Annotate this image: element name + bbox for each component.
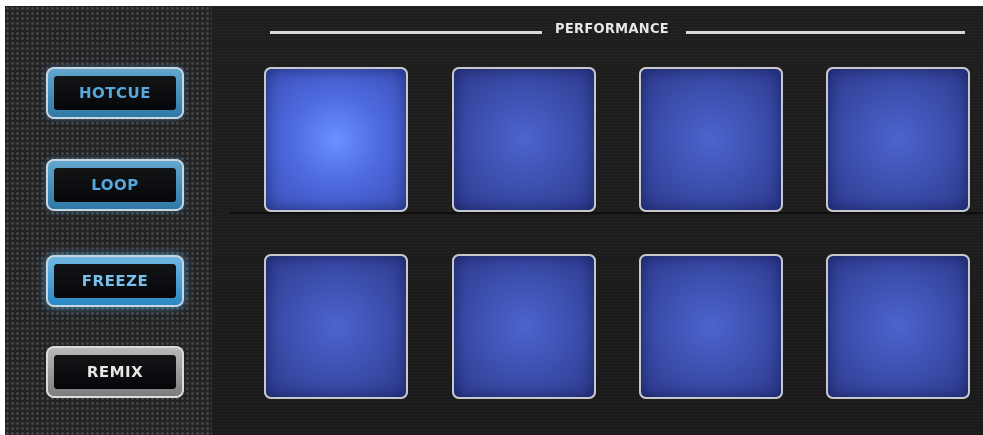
remix-button-label: REMIX — [54, 355, 176, 389]
freeze-button-label: FREEZE — [54, 264, 176, 298]
loop-button-label: LOOP — [54, 168, 176, 202]
performance-pad-3[interactable] — [639, 67, 783, 212]
performance-pad-1[interactable] — [264, 67, 408, 212]
performance-pad-6[interactable] — [452, 254, 596, 399]
performance-pad-2[interactable] — [452, 67, 596, 212]
performance-pad-7[interactable] — [639, 254, 783, 399]
performance-pad-5[interactable] — [264, 254, 408, 399]
freeze-button[interactable]: FREEZE — [46, 255, 184, 307]
performance-pad-4[interactable] — [826, 67, 970, 212]
section-rule-left — [270, 31, 542, 34]
hotcue-button[interactable]: HOTCUE — [46, 67, 184, 119]
hotcue-button-label: HOTCUE — [54, 76, 176, 110]
section-rule-right — [686, 31, 965, 34]
remix-button[interactable]: REMIX — [46, 346, 184, 398]
pad-row-divider — [230, 212, 983, 214]
performance-pad-8[interactable] — [826, 254, 970, 399]
loop-button[interactable]: LOOP — [46, 159, 184, 211]
performance-section-title: PERFORMANCE — [555, 22, 669, 37]
